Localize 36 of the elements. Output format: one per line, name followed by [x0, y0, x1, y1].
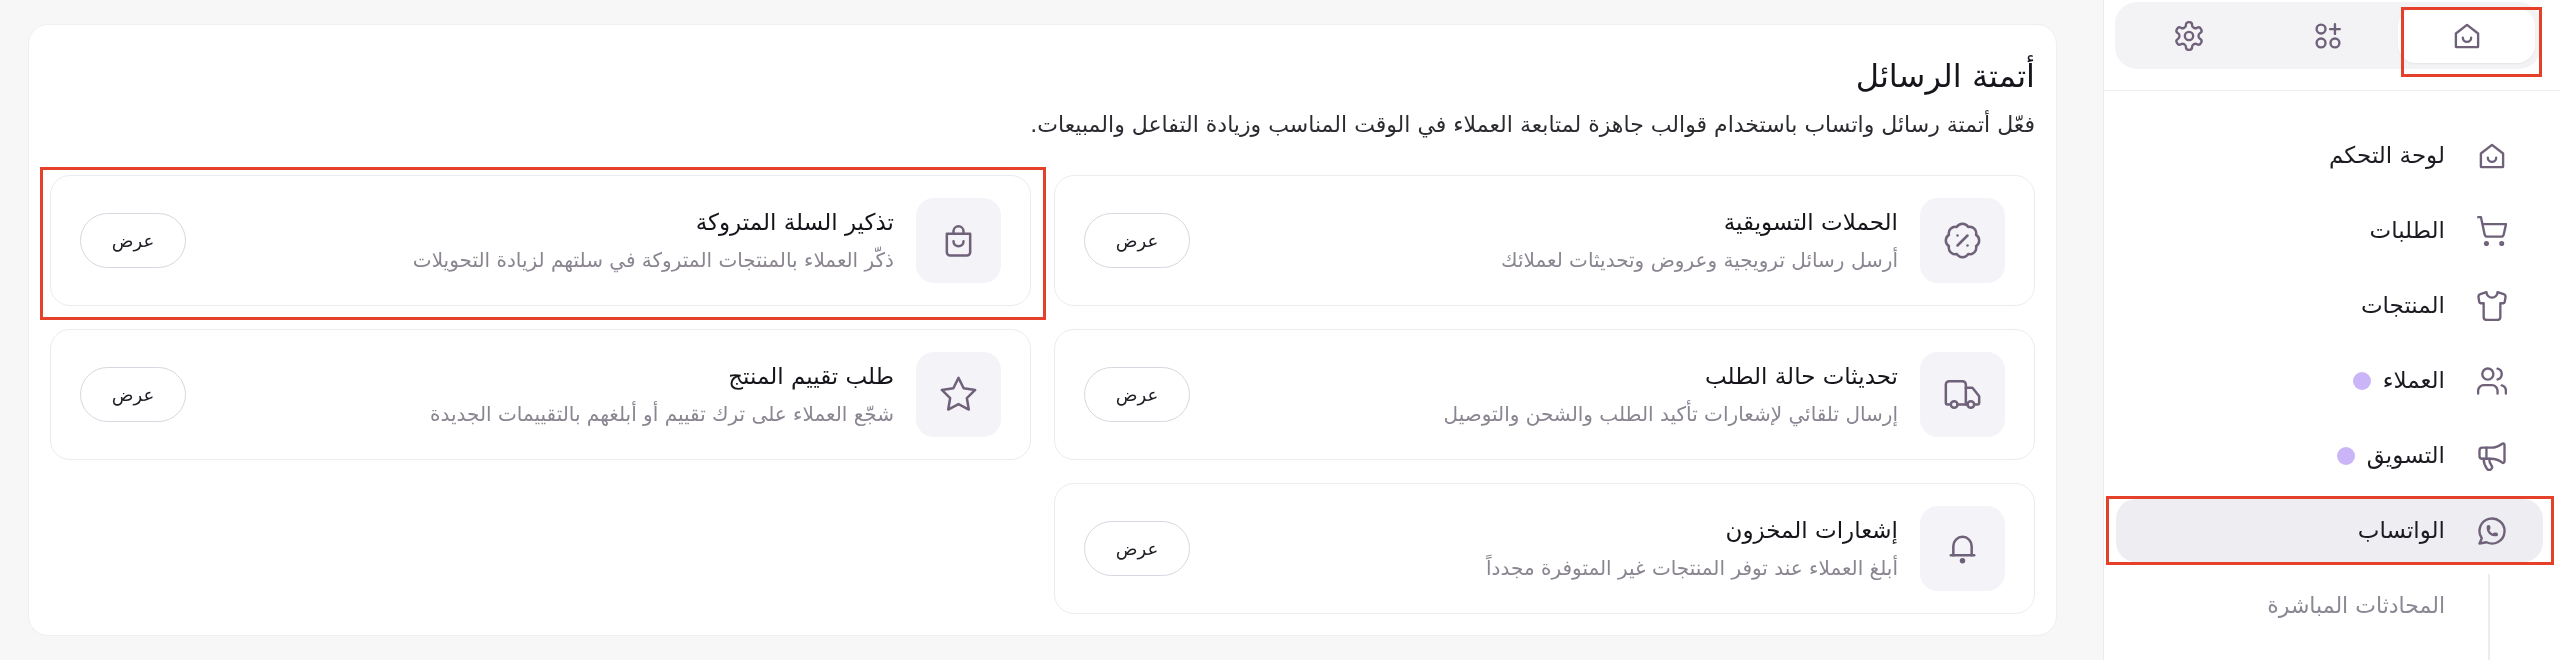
view-button[interactable]: عرض — [80, 213, 186, 268]
bell-icon — [1920, 506, 2005, 591]
truck-icon — [1920, 352, 2005, 437]
view-button[interactable]: عرض — [80, 367, 186, 422]
tab[interactable] — [2398, 8, 2535, 63]
view-button[interactable]: عرض — [1084, 367, 1190, 422]
view-button[interactable]: عرض — [1084, 521, 1190, 576]
nav-subitem[interactable]: المحادثات المباشرة — [2104, 574, 2488, 637]
page-title: أتمتة الرسائل — [1854, 55, 2035, 97]
card-title: تذكير السلة المتروكة — [694, 207, 894, 238]
nav-item[interactable]: التسويق — [2116, 424, 2543, 487]
phone-chat-icon — [2477, 515, 2507, 546]
card-description: أرسل رسائل ترويجية وعروض وتحديثات لعملائك — [1500, 246, 1898, 274]
card-title: طلب تقييم المنتج — [727, 361, 894, 392]
nav-item[interactable]: العملاء — [2116, 349, 2543, 412]
nav-item[interactable]: لوحة التحكم — [2116, 124, 2543, 187]
view-button[interactable]: عرض — [1084, 213, 1190, 268]
nav-item[interactable]: المنتجات — [2116, 274, 2543, 337]
settings-icon — [2174, 20, 2205, 51]
page-description: فعّل أتمتة رسائل واتساب باستخدام قوالب جاهزة لمتابعة العملاء في الوقت المناسب وزيادة التفاعل والمبيعات. — [1029, 109, 2035, 140]
cart-icon — [2477, 215, 2507, 246]
percent-badge-icon — [1920, 198, 2005, 283]
shopping-bag-icon — [916, 198, 1001, 283]
card-description: أبلغ العملاء عند توفر المنتجات غير المتوفرة مجدداً — [1485, 553, 1898, 582]
card-title: إشعارات المخزون — [1724, 515, 1898, 546]
megaphone-icon — [2477, 440, 2507, 471]
card-title: تحديثات حالة الطلب — [1704, 361, 1898, 391]
shirt-icon — [2477, 290, 2507, 321]
card-description: شجّع العملاء على ترك تقييم أو أبلغهم بالتقييمات الجديدة — [429, 400, 894, 428]
card-description: ذكّر العملاء بالمنتجات المتروكة في سلتهم لزيادة التحويلات — [411, 245, 894, 275]
nav-item[interactable]: الطلبات — [2116, 199, 2543, 262]
card-description: إرسال تلقائي لإشعارات تأكيد الطلب والشحن والتوصيل — [1442, 399, 1898, 429]
apps-icon — [2313, 20, 2343, 51]
users-icon — [2477, 365, 2507, 396]
nav-item[interactable]: الواتساب — [2116, 499, 2543, 562]
card-title: الحملات التسويقية — [1722, 207, 1898, 238]
